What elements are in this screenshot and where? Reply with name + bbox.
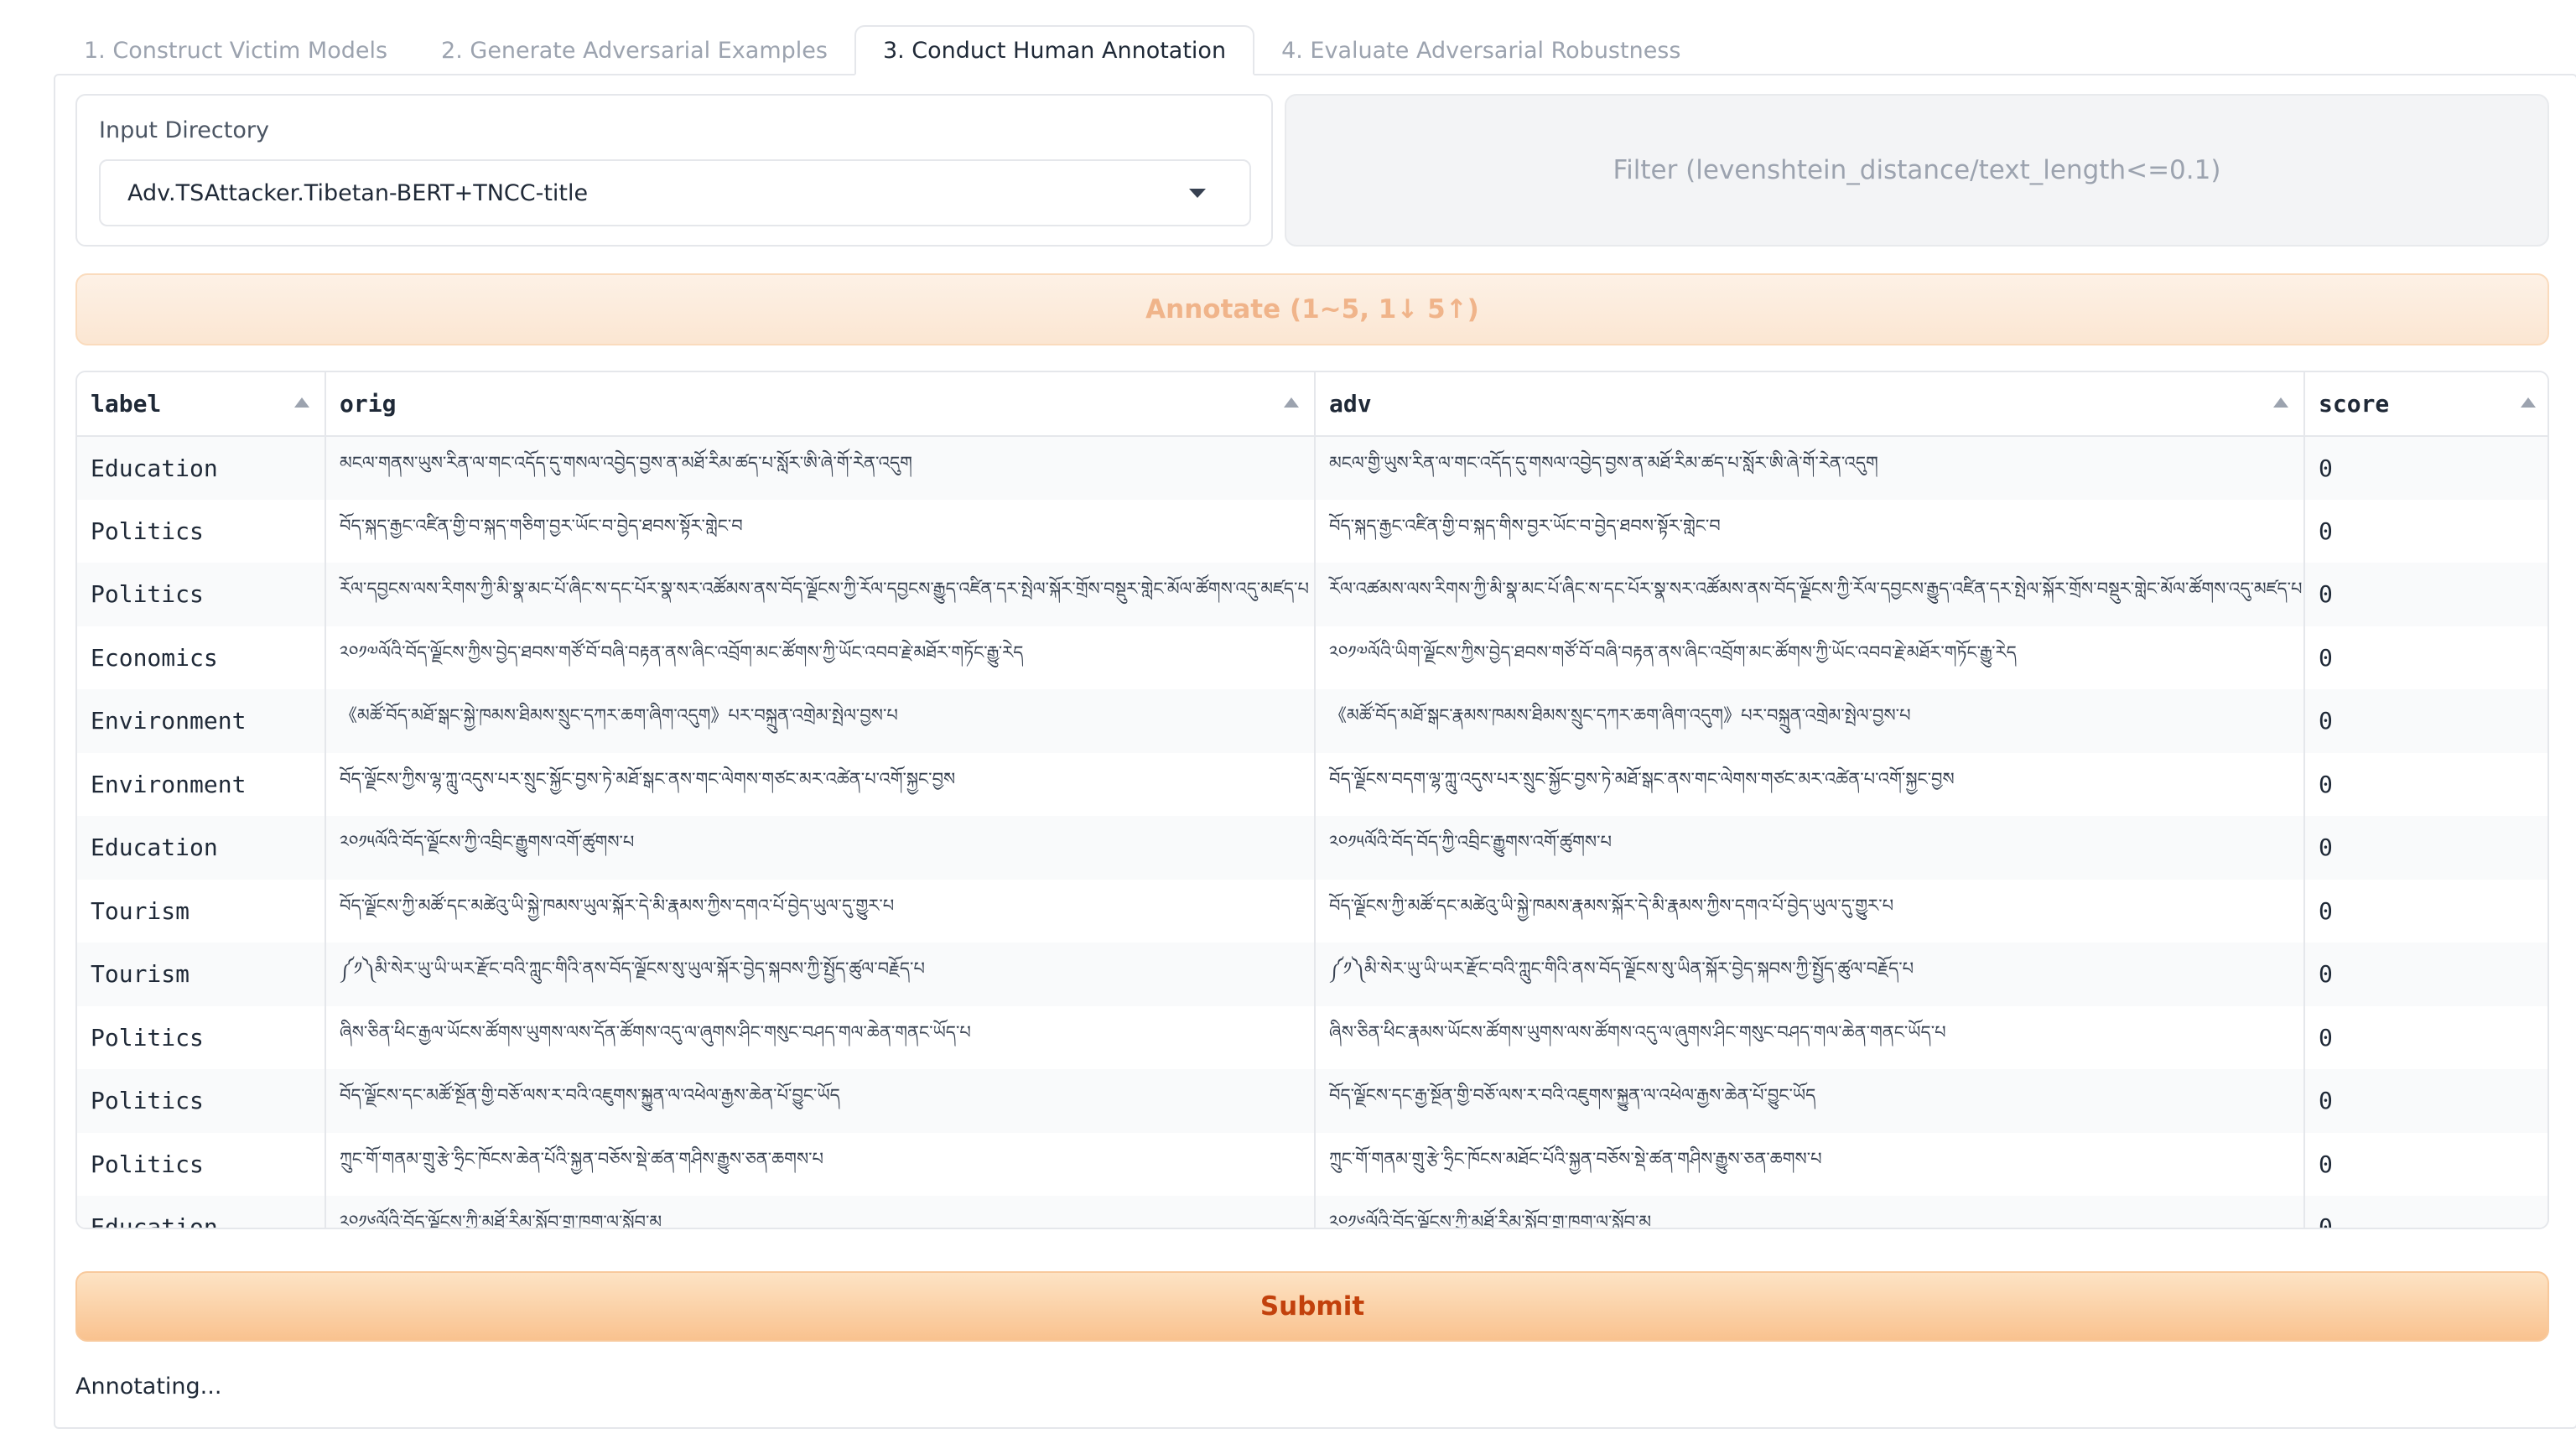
table-body: Education མངལ་གནས་ཡུས་རིན་ལ་གང་འདོད་དུ་གས… <box>77 436 2547 1228</box>
tab-conduct-human-annotation[interactable]: 3. Conduct Human Annotation <box>854 25 1255 75</box>
column-header-orig-text: orig <box>340 390 397 418</box>
cell-score[interactable]: 0 <box>2304 880 2547 943</box>
cell-score[interactable]: 0 <box>2304 1069 2547 1133</box>
cell-adv: བོད་ལྗོངས་ཀྱི་མཚོ་དང་མཚེའུ་ཡི་སྐྱེ་ཁམས་ར… <box>1315 879 2305 943</box>
status-text: Annotating... <box>75 1374 222 1400</box>
column-header-label[interactable]: label <box>77 372 326 437</box>
cell-label: Environment <box>77 689 326 753</box>
cell-label: Politics <box>77 1132 326 1196</box>
sort-up-icon[interactable] <box>2521 397 2536 408</box>
submit-button[interactable]: Submit <box>75 1271 2549 1342</box>
cell-label: Tourism <box>77 879 326 943</box>
table-row[interactable]: Politics ཞིས་ཅིན་ཕིང་རྒྱལ་ཡོངས་ཚོགས་ཡུགས་… <box>77 1005 2547 1070</box>
cell-orig: མངལ་གནས་ཡུས་རིན་ལ་གང་འདོད་དུ་གསལ་འབྱེད་བ… <box>325 436 1316 500</box>
cell-score[interactable]: 0 <box>2304 689 2547 753</box>
cell-label: Politics <box>77 499 326 563</box>
input-directory-value: Adv.TSAttacker.Tibetan-BERT+TNCC-title <box>127 179 589 206</box>
table-row[interactable]: Tourism བོད་ལྗོངས་ཀྱི་མཚོ་དང་མཚེའུ་ཡི་སྐྱ… <box>77 879 2547 943</box>
table-row[interactable]: Education མངལ་གནས་ཡུས་རིན་ལ་གང་འདོད་དུ་གས… <box>77 436 2547 500</box>
sort-up-icon[interactable] <box>2273 397 2288 408</box>
cell-adv: ༢༠༡༧ལོའི་ཡིག་ལྗོངས་ཀྱིས་བྱེད་ཐབས་གཙོ་བོ་… <box>1315 626 2305 689</box>
annotate-button[interactable]: Annotate (1~5, 1↓ 5↑) <box>75 273 2549 345</box>
cell-label: Politics <box>77 563 326 626</box>
table-row[interactable]: Politics རོལ་དབྱངས་ལས་རིགས་ཀྱི་མི་སྣ་མང་པ… <box>77 563 2547 626</box>
cell-adv: ༢༠༡༦ལོའི་བོད་ལྗོངས་ཀྱི་མཐོ་རིམ་སློབ་གྲྭ་… <box>1315 1196 2305 1228</box>
table-row[interactable]: Education ༢༠༡༦ལོའི་བོད་ལྗོངས་ཀྱི་མཐོ་རིམ་… <box>77 1196 2547 1228</box>
cell-adv: ༢༠༡༥ལོའི་བོད་བོད་ཀྱི་འབྲིང་རྒྱུགས་འགོ་ཚུ… <box>1315 816 2305 880</box>
table-row[interactable]: Environment 《མཚོ་བོད་མཐོ་སྒང་སྐྱེ་ཁམས་ཐིམ… <box>77 689 2547 753</box>
input-directory-dropdown[interactable]: Adv.TSAttacker.Tibetan-BERT+TNCC-title <box>99 159 1251 226</box>
cell-score[interactable]: 0 <box>2304 753 2547 817</box>
cell-label: Politics <box>77 1069 326 1133</box>
cell-orig: ཀྲུང་གོ་གནམ་གྲུ་རྩེ་ཧྲིང་ཁོངས་ཆེན་པོའི་ས… <box>325 1132 1316 1196</box>
cell-label: Education <box>77 1196 326 1228</box>
column-header-adv[interactable]: adv <box>1315 372 2305 437</box>
cell-adv: ༼༡༽མི་སེར་ཡུ་ཡི་ཡར་རྫོང་བའི་ཀླུང་གིའི་ནས… <box>1315 943 2305 1006</box>
cell-score[interactable]: 0 <box>2304 626 2547 690</box>
column-header-score[interactable]: score <box>2304 372 2547 437</box>
cell-score[interactable]: 0 <box>2304 1006 2547 1070</box>
filter-button[interactable]: Filter (levenshtein_distance/text_length… <box>1285 94 2549 247</box>
cell-orig: བོད་ལྗོངས་ཀྱི་མཚོ་དང་མཚེའུ་ཡི་སྐྱེ་ཁམས་ཡ… <box>325 879 1316 943</box>
column-header-score-text: score <box>2319 390 2390 418</box>
sort-up-icon[interactable] <box>294 397 309 408</box>
cell-orig: ༢༠༡༦ལོའི་བོད་ལྗོངས་ཀྱི་མཐོ་རིམ་སློབ་གྲྭ་… <box>325 1196 1316 1228</box>
cell-adv: བོད་སྐད་རྒྱང་འཛིན་གྱི་བ་སྐད་གིས་བྱར་ཡོང་… <box>1315 499 2305 563</box>
cell-adv: མངལ་གྱི་ཡུས་རིན་ལ་གང་འདོད་དུ་གསལ་འབྱེད་བ… <box>1315 436 2305 500</box>
tab-bar: 1. Construct Victim Models 2. Generate A… <box>57 25 1707 75</box>
input-directory-label: Input Directory <box>99 117 269 143</box>
chevron-down-icon <box>1189 188 1206 198</box>
cell-label: Tourism <box>77 943 326 1006</box>
cell-orig: བོད་ལྗོངས་དང་མཚོ་སྔོན་གྱི་བཅོ་ལས་ར་བའི་འ… <box>325 1069 1316 1133</box>
tab-evaluate-adversarial-robustness[interactable]: 4. Evaluate Adversarial Robustness <box>1254 25 1707 75</box>
cell-adv: ཀྲུང་གོ་གནམ་གྲུ་རྩེ་ཧྲིང་ཁོངས་མཐོང་པོའི་… <box>1315 1132 2305 1196</box>
cell-label: Education <box>77 436 326 500</box>
table-row[interactable]: Environment བོད་ལྗོངས་ཀྱིས་ལྷ་ཀླུ་འདུས་པར… <box>77 752 2547 817</box>
cell-adv: 《མཚོ་བོད་མཐོ་སྒང་རྣམས་ཁམས་ཐིམས་སྲུང་དཀར་… <box>1315 689 2305 753</box>
cell-adv: བོད་ལྗོངས་བདག་ལྷ་ཀླུ་འདུས་པར་སྲུང་སྐྱོང་… <box>1315 752 2305 816</box>
tab-construct-victim-models[interactable]: 1. Construct Victim Models <box>57 25 414 75</box>
column-header-label-text: label <box>91 390 162 418</box>
cell-label: Politics <box>77 1005 326 1069</box>
cell-adv: བོད་ལྗོངས་དང་རྒྱ་སྔོན་གྱི་བཅོ་ལས་ར་བའི་འ… <box>1315 1069 2305 1133</box>
cell-score[interactable]: 0 <box>2304 436 2547 500</box>
cell-orig: རོལ་དབྱངས་ལས་རིགས་ཀྱི་མི་སྣ་མང་པོ་ཞིང་ས་… <box>325 563 1316 626</box>
cell-label: Economics <box>77 626 326 689</box>
cell-score[interactable]: 0 <box>2304 500 2547 564</box>
cell-score[interactable]: 0 <box>2304 563 2547 626</box>
table-row[interactable]: Politics ཀྲུང་གོ་གནམ་གྲུ་རྩེ་ཧྲིང་ཁོངས་ཆེ… <box>77 1132 2547 1197</box>
table-row[interactable]: Tourism ༼༡༽མི་སེར་ཡུ་ཡི་ཡར་རྫོང་བའི་ཀླུང་… <box>77 943 2547 1006</box>
sort-up-icon[interactable] <box>1284 397 1299 408</box>
input-directory-block: Input Directory Adv.TSAttacker.Tibetan-B… <box>75 94 1273 247</box>
cell-score[interactable]: 0 <box>2304 943 2547 1006</box>
column-header-adv-text: adv <box>1329 390 1372 418</box>
tab-generate-adversarial-examples[interactable]: 2. Generate Adversarial Examples <box>414 25 854 75</box>
cell-score[interactable]: 0 <box>2304 1196 2547 1228</box>
cell-orig: ༢༠༡༧ལོའི་བོད་ལྗོངས་ཀྱིས་བྱེད་ཐབས་གཙོ་བོ་… <box>325 626 1316 689</box>
annotation-table: label orig adv score Education མངལ་གནས་ཡུ… <box>75 371 2549 1229</box>
cell-adv: ཞིས་ཅིན་ཕིང་རྣམས་ཡོངས་ཚོགས་ཡུགས་ལས་ཚོགས་… <box>1315 1005 2305 1069</box>
cell-orig: ཞིས་ཅིན་ཕིང་རྒྱལ་ཡོངས་ཚོགས་ཡུགས་ལས་དོན་ཚ… <box>325 1005 1316 1069</box>
cell-orig: བོད་ལྗོངས་ཀྱིས་ལྷ་ཀླུ་འདུས་པར་སྲུང་སྐྱོང… <box>325 752 1316 816</box>
cell-adv: རོལ་འཚམས་ལས་རིགས་ཀྱི་མི་སྣ་མང་པོ་ཞིང་ས་ད… <box>1315 563 2305 626</box>
cell-score[interactable]: 0 <box>2304 1133 2547 1197</box>
cell-orig: ༼༡༽མི་སེར་ཡུ་ཡི་ཡར་རྫོང་བའི་ཀླུང་གིའི་ནས… <box>325 943 1316 1006</box>
cell-label: Environment <box>77 752 326 816</box>
cell-orig: 《མཚོ་བོད་མཐོ་སྒང་སྐྱེ་ཁམས་ཐིམས་སྲུང་དཀར་… <box>325 689 1316 753</box>
table-row[interactable]: Politics བོད་ལྗོངས་དང་མཚོ་སྔོན་གྱི་བཅོ་ལས… <box>77 1069 2547 1133</box>
column-header-orig[interactable]: orig <box>325 372 1316 437</box>
cell-orig: བོད་སྐད་རྒྱང་འཛིན་གྱི་བ་སྐད་གཅིག་བྱར་ཡོང… <box>325 499 1316 563</box>
cell-label: Education <box>77 816 326 880</box>
cell-score[interactable]: 0 <box>2304 816 2547 880</box>
table-row[interactable]: Education ༢༠༡༥ལོའི་བོད་ལྗོངས་ཀྱི་འབྲིང་རྒ… <box>77 816 2547 880</box>
cell-orig: ༢༠༡༥ལོའི་བོད་ལྗོངས་ཀྱི་འབྲིང་རྒྱུགས་འགོ་… <box>325 816 1316 880</box>
table-row[interactable]: Politics བོད་སྐད་རྒྱང་འཛིན་གྱི་བ་སྐད་གཅིག… <box>77 499 2547 564</box>
table-row[interactable]: Economics ༢༠༡༧ལོའི་བོད་ལྗོངས་ཀྱིས་བྱེད་ཐབ… <box>77 626 2547 690</box>
